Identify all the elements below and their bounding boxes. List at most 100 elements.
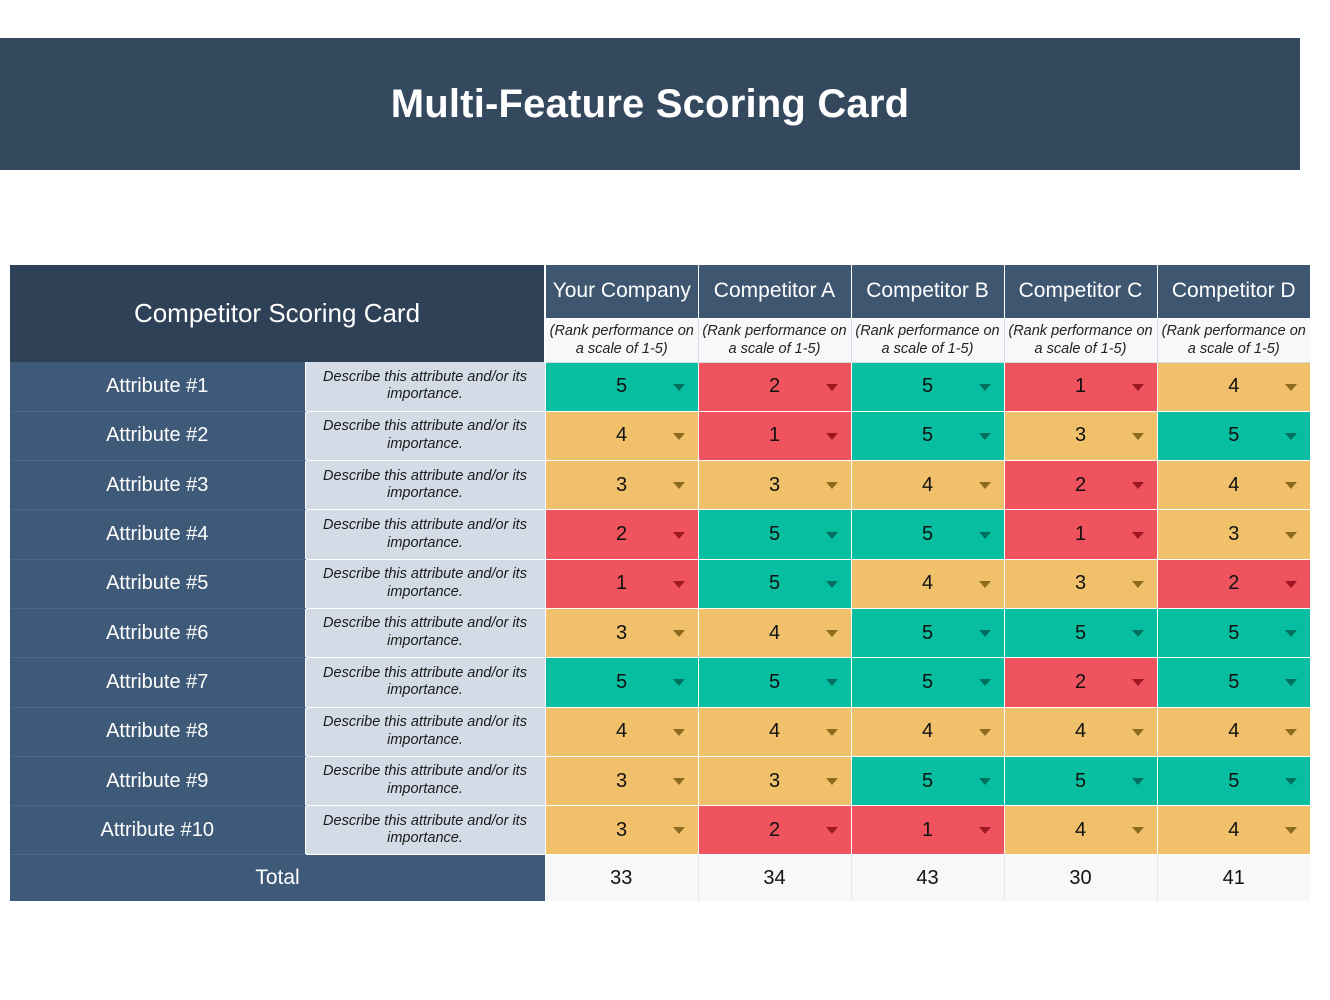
- score-cell[interactable]: 5: [851, 509, 1005, 560]
- score-cell[interactable]: 5: [698, 509, 852, 560]
- chevron-down-icon[interactable]: [672, 679, 685, 687]
- score-cell[interactable]: 4: [1157, 805, 1310, 856]
- chevron-down-icon[interactable]: [1131, 679, 1144, 687]
- chevron-down-icon[interactable]: [825, 580, 838, 588]
- chevron-down-icon[interactable]: [1131, 630, 1144, 638]
- score-cell[interactable]: 4: [698, 707, 852, 757]
- chevron-down-icon[interactable]: [825, 728, 838, 736]
- chevron-down-icon[interactable]: [672, 580, 685, 588]
- score-cell[interactable]: 2: [1004, 657, 1158, 708]
- chevron-down-icon[interactable]: [672, 531, 685, 539]
- score-cell[interactable]: 2: [545, 509, 699, 560]
- score-cell[interactable]: 4: [545, 707, 699, 757]
- chevron-down-icon[interactable]: [1131, 482, 1144, 490]
- score-cell[interactable]: 4: [1004, 805, 1158, 856]
- score-cell[interactable]: 3: [1004, 559, 1158, 609]
- score-cell[interactable]: 2: [1004, 460, 1158, 511]
- score-cell[interactable]: 4: [545, 411, 699, 462]
- score-cell[interactable]: 5: [851, 411, 1005, 462]
- attribute-description-field[interactable]: Describe this attribute and/or its impor…: [304, 805, 546, 856]
- score-cell[interactable]: 2: [1157, 559, 1310, 609]
- score-cell[interactable]: 2: [698, 805, 852, 856]
- score-cell[interactable]: 3: [1004, 411, 1158, 462]
- column-header-your-company[interactable]: Your Company: [545, 265, 699, 319]
- attribute-description-field[interactable]: Describe this attribute and/or its impor…: [304, 509, 546, 560]
- chevron-down-icon[interactable]: [978, 679, 991, 687]
- score-cell[interactable]: 1: [1004, 509, 1158, 560]
- chevron-down-icon[interactable]: [825, 482, 838, 490]
- score-cell[interactable]: 2: [698, 362, 852, 412]
- chevron-down-icon[interactable]: [1131, 778, 1144, 786]
- column-header-competitor-c[interactable]: Competitor C: [1004, 265, 1158, 319]
- score-cell[interactable]: 5: [698, 559, 852, 609]
- chevron-down-icon[interactable]: [1285, 630, 1297, 638]
- chevron-down-icon[interactable]: [1285, 580, 1297, 588]
- attribute-description-field[interactable]: Describe this attribute and/or its impor…: [304, 707, 546, 757]
- chevron-down-icon[interactable]: [978, 827, 991, 835]
- chevron-down-icon[interactable]: [672, 432, 685, 440]
- score-cell[interactable]: 3: [698, 756, 852, 807]
- score-cell[interactable]: 5: [851, 756, 1005, 807]
- score-cell[interactable]: 5: [1157, 608, 1310, 659]
- score-cell[interactable]: 4: [851, 460, 1005, 511]
- chevron-down-icon[interactable]: [1285, 482, 1297, 490]
- chevron-down-icon[interactable]: [1131, 531, 1144, 539]
- chevron-down-icon[interactable]: [1131, 827, 1144, 835]
- chevron-down-icon[interactable]: [1131, 432, 1144, 440]
- chevron-down-icon[interactable]: [672, 778, 685, 786]
- score-cell[interactable]: 1: [1004, 362, 1158, 412]
- attribute-description-field[interactable]: Describe this attribute and/or its impor…: [304, 411, 546, 462]
- score-cell[interactable]: 5: [1004, 756, 1158, 807]
- chevron-down-icon[interactable]: [978, 531, 991, 539]
- chevron-down-icon[interactable]: [672, 630, 685, 638]
- chevron-down-icon[interactable]: [825, 432, 838, 440]
- chevron-down-icon[interactable]: [1285, 728, 1297, 736]
- attribute-description-field[interactable]: Describe this attribute and/or its impor…: [304, 608, 546, 659]
- chevron-down-icon[interactable]: [825, 778, 838, 786]
- chevron-down-icon[interactable]: [1131, 580, 1144, 588]
- score-cell[interactable]: 4: [1004, 707, 1158, 757]
- chevron-down-icon[interactable]: [672, 383, 685, 391]
- chevron-down-icon[interactable]: [825, 679, 838, 687]
- column-header-competitor-d[interactable]: Competitor D: [1157, 265, 1310, 319]
- chevron-down-icon[interactable]: [825, 827, 838, 835]
- chevron-down-icon[interactable]: [1285, 827, 1297, 835]
- score-cell[interactable]: 5: [1004, 608, 1158, 659]
- score-cell[interactable]: 3: [545, 608, 699, 659]
- chevron-down-icon[interactable]: [672, 728, 685, 736]
- attribute-description-field[interactable]: Describe this attribute and/or its impor…: [304, 657, 546, 708]
- column-header-competitor-b[interactable]: Competitor B: [851, 265, 1005, 319]
- chevron-down-icon[interactable]: [978, 630, 991, 638]
- attribute-description-field[interactable]: Describe this attribute and/or its impor…: [304, 460, 546, 511]
- chevron-down-icon[interactable]: [978, 482, 991, 490]
- chevron-down-icon[interactable]: [825, 531, 838, 539]
- score-cell[interactable]: 3: [1157, 509, 1310, 560]
- score-cell[interactable]: 4: [851, 707, 1005, 757]
- score-cell[interactable]: 5: [1157, 657, 1310, 708]
- score-cell[interactable]: 3: [698, 460, 852, 511]
- score-cell[interactable]: 4: [698, 608, 852, 659]
- score-cell[interactable]: 3: [545, 756, 699, 807]
- chevron-down-icon[interactable]: [1131, 728, 1144, 736]
- score-cell[interactable]: 4: [851, 559, 1005, 609]
- chevron-down-icon[interactable]: [825, 383, 838, 391]
- score-cell[interactable]: 1: [851, 805, 1005, 856]
- attribute-description-field[interactable]: Describe this attribute and/or its impor…: [304, 362, 546, 412]
- attribute-description-field[interactable]: Describe this attribute and/or its impor…: [304, 559, 546, 609]
- score-cell[interactable]: 4: [1157, 460, 1310, 511]
- chevron-down-icon[interactable]: [1285, 531, 1297, 539]
- chevron-down-icon[interactable]: [672, 482, 685, 490]
- chevron-down-icon[interactable]: [825, 630, 838, 638]
- chevron-down-icon[interactable]: [978, 728, 991, 736]
- score-cell[interactable]: 3: [545, 805, 699, 856]
- score-cell[interactable]: 5: [851, 657, 1005, 708]
- score-cell[interactable]: 5: [851, 608, 1005, 659]
- chevron-down-icon[interactable]: [672, 827, 685, 835]
- score-cell[interactable]: 1: [698, 411, 852, 462]
- chevron-down-icon[interactable]: [1285, 432, 1297, 440]
- score-cell[interactable]: 4: [1157, 707, 1310, 757]
- chevron-down-icon[interactable]: [978, 432, 991, 440]
- chevron-down-icon[interactable]: [1285, 679, 1297, 687]
- chevron-down-icon[interactable]: [978, 580, 991, 588]
- column-header-competitor-a[interactable]: Competitor A: [698, 265, 852, 319]
